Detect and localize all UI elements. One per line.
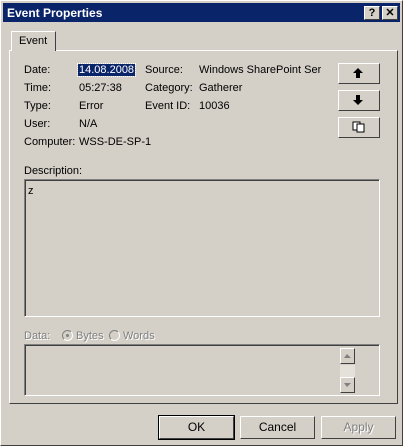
next-event-button[interactable] [338, 90, 380, 111]
data-textarea[interactable] [24, 344, 380, 396]
user-label: User: [24, 118, 51, 130]
arrow-down-icon [353, 95, 363, 105]
event-properties-window: Event Properties ? ✕ Event Date: 14.08.2… [0, 0, 403, 446]
scroll-up-button[interactable] [340, 348, 355, 364]
chevron-up-icon [344, 354, 351, 358]
ok-button[interactable]: OK [158, 415, 235, 440]
help-button[interactable]: ? [364, 6, 380, 20]
date-label: Date: [24, 64, 51, 76]
event-id-label: Event ID: [145, 100, 191, 112]
tab-event[interactable]: Event [11, 31, 56, 51]
type-label: Type: [24, 100, 51, 112]
copy-icon [352, 121, 365, 133]
window-title: Event Properties [7, 6, 103, 20]
scroll-track[interactable] [340, 365, 355, 377]
category-label: Category: [145, 82, 193, 94]
copy-button[interactable] [338, 117, 380, 138]
computer-value: WSS-DE-SP-1 [79, 136, 152, 148]
chevron-down-icon [344, 383, 351, 387]
event-id-value: 10036 [199, 100, 230, 112]
type-value: Error [79, 100, 104, 112]
cancel-button[interactable]: Cancel [240, 416, 315, 439]
user-value: N/A [79, 118, 98, 130]
description-text: z [28, 185, 34, 197]
computer-label: Computer: [24, 136, 76, 148]
scroll-down-button[interactable] [340, 377, 355, 393]
words-radio[interactable] [109, 330, 120, 341]
close-button[interactable]: ✕ [382, 6, 398, 20]
arrow-up-icon [353, 68, 363, 78]
apply-button[interactable]: Apply [321, 416, 396, 439]
bytes-label: Bytes [76, 330, 104, 342]
title-bar[interactable]: Event Properties ? ✕ [3, 3, 400, 22]
time-value: 05:27:38 [79, 82, 122, 94]
bytes-radio[interactable] [62, 330, 73, 341]
description-textarea[interactable]: z [24, 179, 380, 317]
words-label: Words [123, 330, 155, 342]
source-label: Source: [145, 64, 183, 76]
previous-event-button[interactable] [338, 63, 380, 84]
time-label: Time: [24, 82, 52, 94]
tab-event-label: Event [19, 35, 48, 47]
description-label: Description: [24, 165, 83, 177]
date-value[interactable]: 14.08.2008 [76, 63, 137, 77]
category-value: Gatherer [199, 82, 243, 94]
source-value: Windows SharePoint Ser [199, 64, 321, 76]
data-label: Data: [24, 330, 51, 342]
